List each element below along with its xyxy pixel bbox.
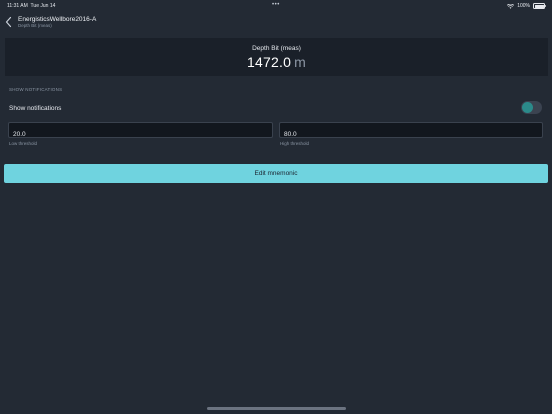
value-unit: m: [294, 54, 306, 70]
value-label: Depth Bit (meas): [252, 45, 301, 52]
section-header-notifications: SHOW NOTIFICATIONS: [9, 87, 63, 92]
low-threshold-field[interactable]: [8, 122, 273, 142]
high-threshold-input[interactable]: [280, 127, 542, 142]
nav-title: EnergisticsWellbore2016-A: [18, 16, 97, 23]
value-card: Depth Bit (meas) 1472.0 m: [5, 38, 548, 76]
battery-icon: [533, 3, 546, 9]
battery-percent: 100%: [517, 3, 530, 9]
navigation-bar: EnergisticsWellbore2016-A Depth Bit (mea…: [0, 12, 552, 34]
high-threshold-label: High threshold: [280, 141, 310, 146]
edit-mnemonic-button[interactable]: Edit mnemonic: [4, 164, 548, 183]
low-threshold-label: Low threshold: [9, 141, 38, 146]
show-notifications-row: Show notifications: [0, 100, 552, 118]
status-date: Tue Jun 14: [30, 3, 56, 9]
value-readout: 1472.0 m: [5, 54, 548, 70]
show-notifications-label: Show notifications: [9, 105, 62, 112]
toggle-knob: [522, 102, 533, 113]
multitasking-dots-icon[interactable]: •••: [272, 2, 280, 8]
high-threshold-field[interactable]: [279, 122, 543, 142]
low-threshold-input[interactable]: [9, 127, 272, 142]
back-chevron-icon[interactable]: [4, 16, 14, 28]
value-number: 1472.0: [247, 54, 292, 70]
status-time-date: 11:31 AM Tue Jun 14: [7, 3, 55, 9]
show-notifications-toggle[interactable]: [521, 101, 542, 114]
status-bar: 11:31 AM Tue Jun 14 ••• 100%: [0, 0, 552, 12]
home-indicator[interactable]: [207, 407, 346, 410]
status-right: 100%: [507, 3, 546, 9]
wifi-icon: [507, 3, 515, 9]
nav-subtitle: Depth Bit (meas): [18, 23, 52, 28]
status-time: 11:31 AM: [7, 3, 28, 9]
